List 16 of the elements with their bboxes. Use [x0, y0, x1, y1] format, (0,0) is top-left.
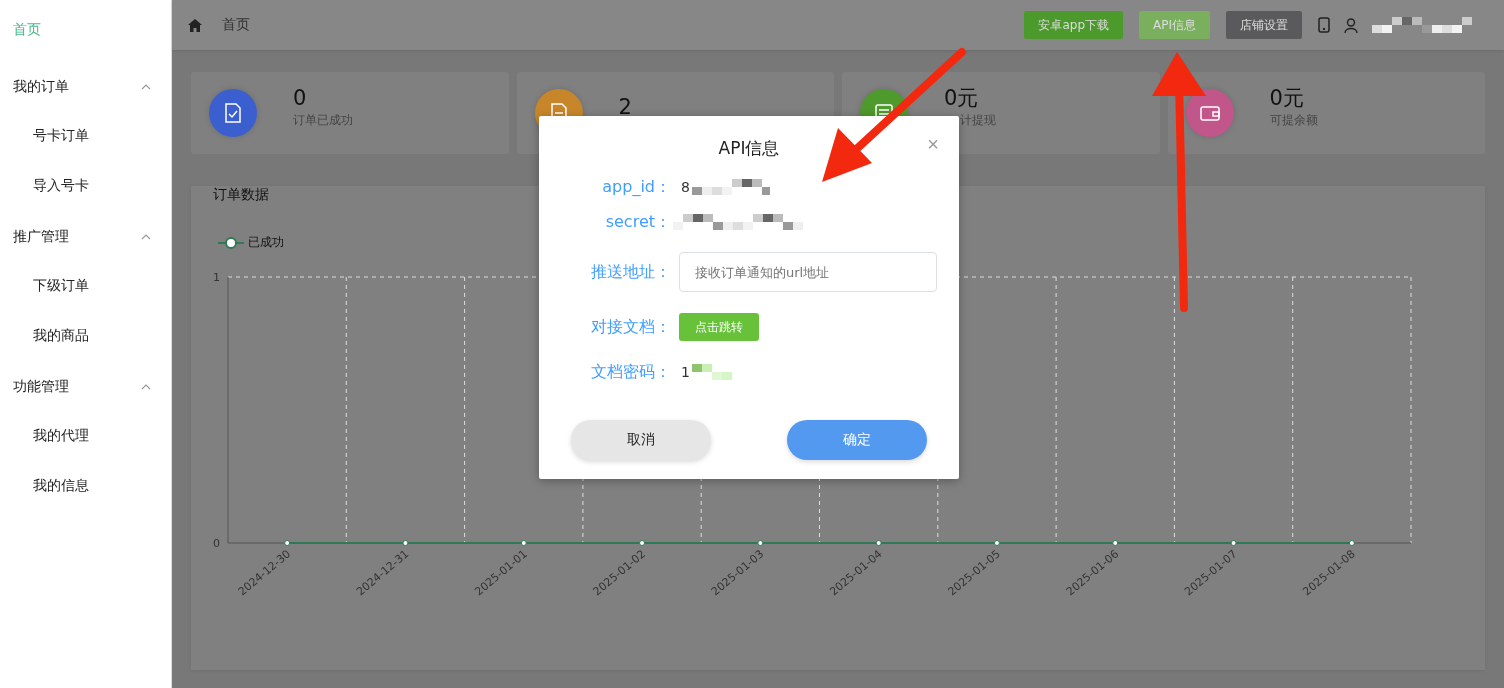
axis-tick-label: 0 — [213, 537, 220, 550]
stat-value: 0元 — [944, 85, 980, 110]
field-label: 文档密码： — [590, 361, 671, 383]
field-value: 8 — [681, 179, 690, 195]
field-value: 1 — [681, 364, 690, 380]
chart-title: 订单数据 — [213, 186, 269, 204]
field-label: 推送地址： — [590, 261, 671, 283]
dialog-title: API信息 — [718, 138, 780, 158]
stat-value: 2 — [618, 95, 632, 119]
field-label: secret： — [604, 211, 671, 233]
field-label: 对接文档： — [590, 316, 671, 338]
axis-tick-label: 1 — [213, 271, 220, 284]
field-label: app_id： — [601, 176, 671, 198]
stat-label: 计提现 — [960, 111, 996, 129]
stat-value: 0 — [293, 85, 308, 110]
stat-value: 0元 — [1269, 85, 1305, 110]
